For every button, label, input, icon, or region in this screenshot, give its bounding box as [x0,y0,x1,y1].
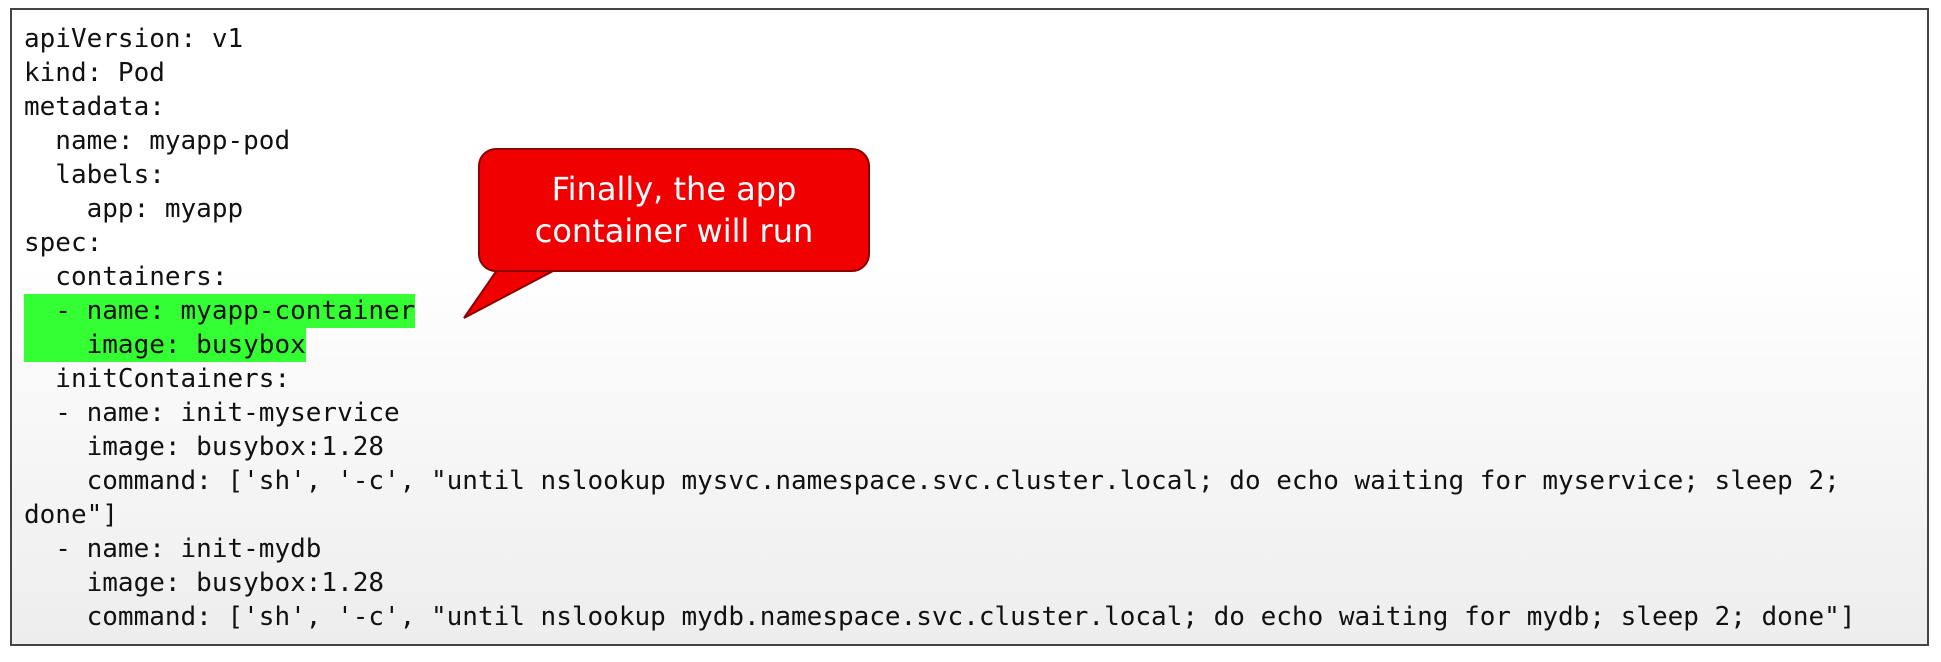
code-line: - name: init-mydb [24,534,322,564]
code-line: - name: init-myservice [24,398,400,428]
code-line: done"] [24,500,118,530]
code-line: labels: [24,160,165,190]
code-line: spec: [24,228,103,258]
code-line: command: ['sh', '-c', "until nslookup my… [24,466,1840,496]
code-line: containers: [24,262,228,292]
code-line: name: myapp-pod [24,126,291,156]
code-line: kind: Pod [24,58,165,88]
slide-frame: apiVersion: v1 kind: Pod metadata: name: m… [10,8,1929,646]
callout-text-line-1: Finally, the app [551,170,797,208]
highlighted-text: - name: myapp-container [24,294,416,328]
yaml-code-block: apiVersion: v1 kind: Pod metadata: name: m… [24,22,1855,634]
callout-bubble: Finally, the app container will run [478,148,870,272]
code-line: image: busybox:1.28 [24,568,385,598]
callout-text-line-2: container will run [534,212,814,250]
code-line: command: ['sh', '-c', "until nslookup my… [24,602,1856,632]
code-line: app: myapp [24,194,244,224]
code-line: image: busybox:1.28 [24,432,385,462]
code-line: metadata: [24,92,165,122]
code-line: apiVersion: v1 [24,24,244,54]
code-line: initContainers: [24,364,291,394]
code-line-highlighted: image: busybox [24,328,1855,362]
highlighted-text: image: busybox [24,328,306,362]
code-line-highlighted: - name: myapp-container [24,294,1855,328]
